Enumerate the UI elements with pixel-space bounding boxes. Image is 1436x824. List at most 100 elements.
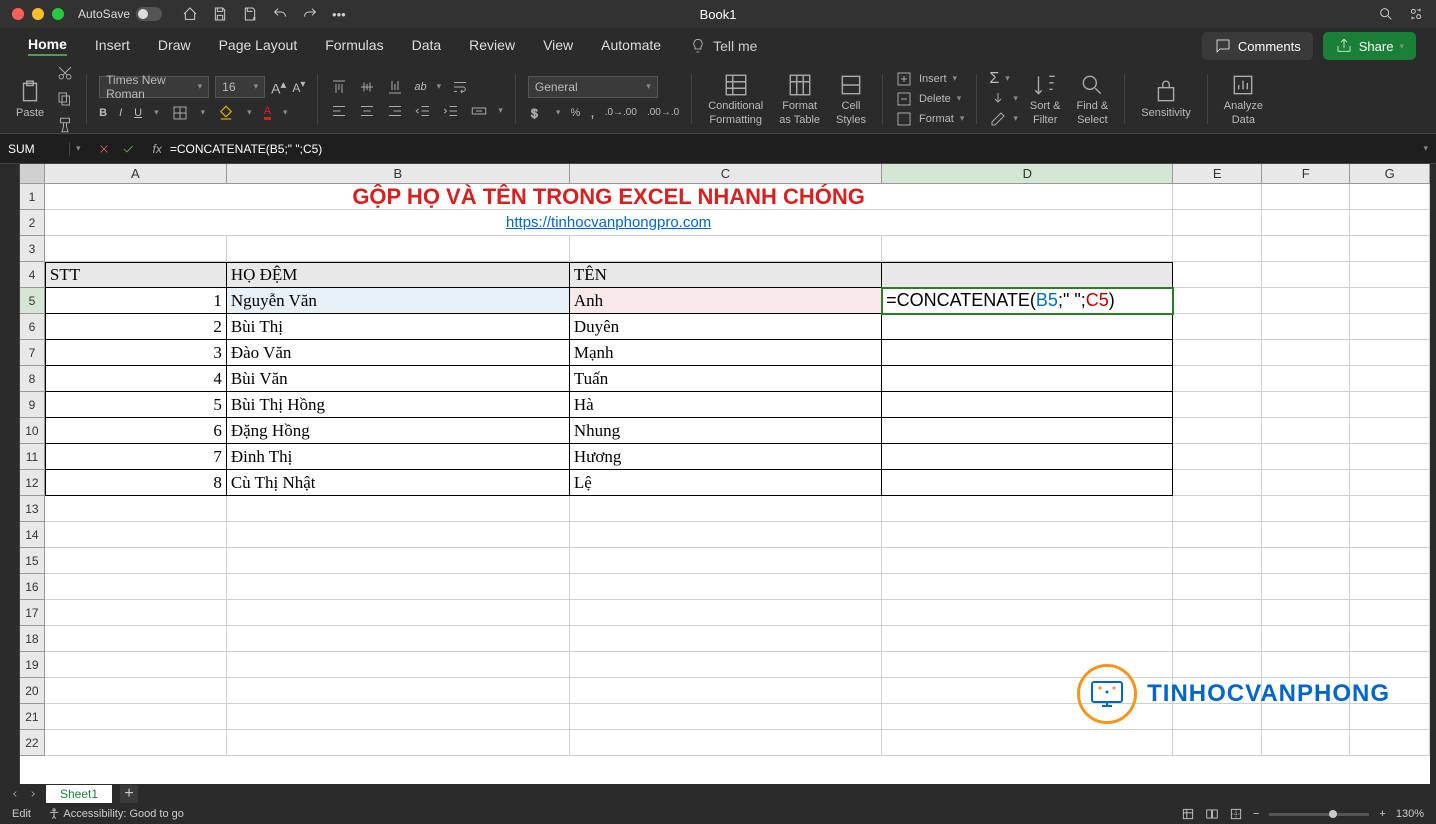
- cell-A9[interactable]: 5: [45, 392, 227, 418]
- accessibility-status[interactable]: Accessibility: Good to go: [47, 807, 184, 821]
- cell-A16[interactable]: [45, 574, 227, 600]
- decrease-indent-icon[interactable]: [414, 102, 432, 120]
- cell-B8[interactable]: Bùi Văn: [227, 366, 570, 392]
- column-header-d[interactable]: D: [882, 164, 1173, 184]
- tab-formulas[interactable]: Formulas: [325, 37, 383, 55]
- cell-B22[interactable]: [227, 730, 570, 756]
- cut-icon[interactable]: [56, 64, 74, 82]
- cell-G22[interactable]: [1350, 730, 1430, 756]
- orientation-icon[interactable]: ab: [414, 81, 426, 93]
- minimize-window-button[interactable]: [32, 8, 44, 20]
- column-header-e[interactable]: E: [1173, 164, 1262, 184]
- border-icon[interactable]: [171, 104, 189, 122]
- cell-B10[interactable]: Đặng Hồng: [227, 418, 570, 444]
- normal-view-icon[interactable]: [1181, 807, 1195, 821]
- cell-A21[interactable]: [45, 704, 227, 730]
- redo-icon[interactable]: [302, 6, 318, 22]
- row-header[interactable]: 4: [20, 262, 45, 288]
- sort-filter-button[interactable]: Sort &Filter: [1026, 72, 1065, 126]
- cell-C6[interactable]: Duyên: [570, 314, 882, 340]
- cell-A17[interactable]: [45, 600, 227, 626]
- underline-button[interactable]: U: [134, 107, 142, 119]
- font-color-icon[interactable]: A: [264, 105, 271, 120]
- format-cells-button[interactable]: Format▾: [895, 110, 964, 128]
- cell-D13[interactable]: [882, 496, 1173, 522]
- increase-indent-icon[interactable]: [442, 102, 460, 120]
- cell-C9[interactable]: Hà: [570, 392, 882, 418]
- cell-E12[interactable]: [1173, 470, 1262, 496]
- cell-A4[interactable]: STT: [45, 262, 227, 288]
- cell-A19[interactable]: [45, 652, 227, 678]
- column-header-c[interactable]: C: [570, 164, 882, 184]
- comments-button[interactable]: Comments: [1202, 32, 1313, 60]
- cell-F13[interactable]: [1262, 496, 1351, 522]
- cell-G9[interactable]: [1350, 392, 1430, 418]
- row-header[interactable]: 20: [20, 678, 45, 704]
- cell-E22[interactable]: [1173, 730, 1262, 756]
- cell-G15[interactable]: [1350, 548, 1430, 574]
- zoom-in-button[interactable]: +: [1379, 808, 1385, 820]
- cell-A2[interactable]: https://tinhocvanphongpro.com: [45, 210, 1173, 236]
- cell-A13[interactable]: [45, 496, 227, 522]
- cell-G8[interactable]: [1350, 366, 1430, 392]
- cell-G7[interactable]: [1350, 340, 1430, 366]
- conditional-formatting-button[interactable]: ConditionalFormatting: [704, 72, 767, 126]
- row-header[interactable]: 18: [20, 626, 45, 652]
- increase-font-icon[interactable]: A▴: [271, 77, 286, 97]
- tab-data[interactable]: Data: [412, 37, 442, 55]
- find-select-button[interactable]: Find &Select: [1072, 72, 1112, 126]
- zoom-out-button[interactable]: −: [1253, 808, 1259, 820]
- cell-C18[interactable]: [570, 626, 882, 652]
- spreadsheet-grid[interactable]: ABCDEFG 1GỘP HỌ VÀ TÊN TRONG EXCEL NHANH…: [20, 164, 1430, 784]
- copy-icon[interactable]: [56, 90, 74, 108]
- cell-G12[interactable]: [1350, 470, 1430, 496]
- cancel-icon[interactable]: [97, 142, 111, 156]
- tab-insert[interactable]: Insert: [95, 37, 130, 55]
- user-switch-icon[interactable]: [1408, 6, 1424, 22]
- fill-button[interactable]: ▾: [989, 90, 1018, 108]
- cell-B11[interactable]: Đinh Thị: [227, 444, 570, 470]
- cell-G18[interactable]: [1350, 626, 1430, 652]
- column-header-g[interactable]: G: [1350, 164, 1430, 184]
- maximize-window-button[interactable]: [52, 8, 64, 20]
- cell-F16[interactable]: [1262, 574, 1351, 600]
- row-header[interactable]: 3: [20, 236, 45, 262]
- cell-E2[interactable]: [1173, 210, 1262, 236]
- cell-G3[interactable]: [1350, 236, 1430, 262]
- decrease-decimal-icon[interactable]: .00→.0: [647, 107, 679, 118]
- cell-C22[interactable]: [570, 730, 882, 756]
- cell-B3[interactable]: [227, 236, 570, 262]
- align-top-icon[interactable]: [330, 78, 348, 96]
- undo-icon[interactable]: [272, 6, 288, 22]
- cell-F9[interactable]: [1262, 392, 1351, 418]
- align-right-icon[interactable]: [386, 102, 404, 120]
- cell-A14[interactable]: [45, 522, 227, 548]
- cell-F14[interactable]: [1262, 522, 1351, 548]
- wrap-text-icon[interactable]: [451, 78, 469, 96]
- font-size-dropdown[interactable]: 16▾: [215, 76, 265, 98]
- cell-A8[interactable]: 4: [45, 366, 227, 392]
- row-header[interactable]: 6: [20, 314, 45, 340]
- row-header[interactable]: 2: [20, 210, 45, 236]
- cell-D10[interactable]: [882, 418, 1173, 444]
- row-header[interactable]: 16: [20, 574, 45, 600]
- save-as-icon[interactable]: [242, 6, 258, 22]
- font-name-dropdown[interactable]: Times New Roman▾: [99, 76, 209, 98]
- cell-C8[interactable]: Tuấn: [570, 366, 882, 392]
- vertical-scrollbar[interactable]: [1430, 164, 1436, 784]
- autosum-button[interactable]: Σ▾: [989, 70, 1018, 88]
- italic-button[interactable]: I: [119, 107, 122, 119]
- cell-D4[interactable]: [882, 262, 1173, 288]
- cell-E15[interactable]: [1173, 548, 1262, 574]
- row-header[interactable]: 17: [20, 600, 45, 626]
- cell-D8[interactable]: [882, 366, 1173, 392]
- cell-B21[interactable]: [227, 704, 570, 730]
- tab-automate[interactable]: Automate: [601, 37, 661, 55]
- cell-A22[interactable]: [45, 730, 227, 756]
- cell-D12[interactable]: [882, 470, 1173, 496]
- cell-B14[interactable]: [227, 522, 570, 548]
- tell-me-search[interactable]: Tell me: [689, 37, 757, 55]
- cell-D7[interactable]: [882, 340, 1173, 366]
- cell-B15[interactable]: [227, 548, 570, 574]
- add-sheet-button[interactable]: +: [120, 785, 138, 803]
